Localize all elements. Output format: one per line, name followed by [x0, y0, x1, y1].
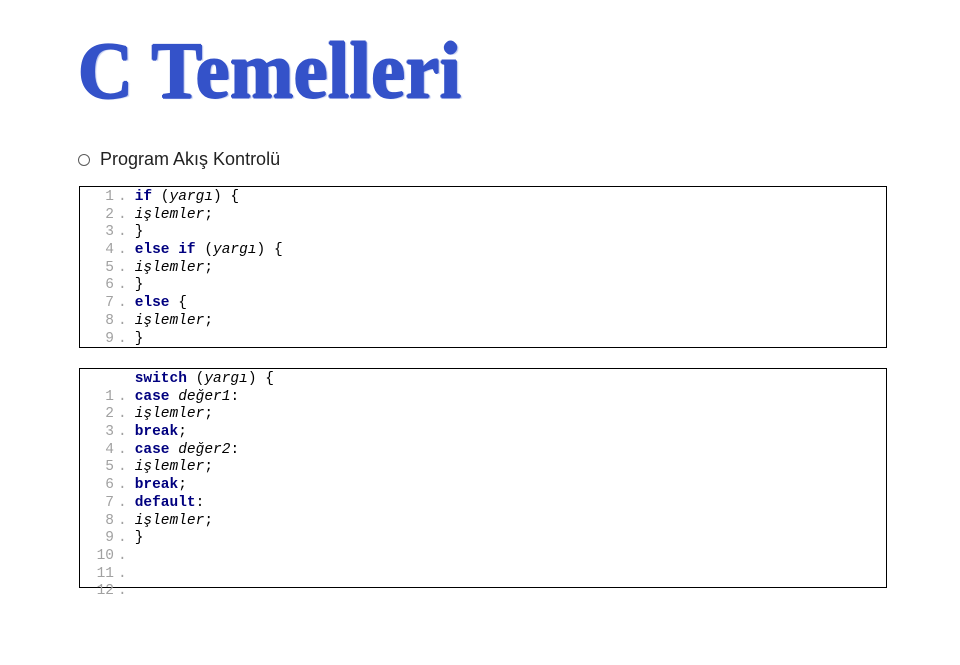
line-number: 6 [80, 477, 118, 495]
code-box-switch: switch (yargı) {1.case değer1:2.işlemler… [79, 368, 887, 588]
line-separator: . [118, 242, 135, 260]
code-row: 8.işlemler; [80, 313, 886, 331]
page-title: C Temelleri [78, 25, 461, 117]
code-row: 9.} [80, 530, 886, 548]
code-text: default: [135, 495, 886, 513]
line-separator: . [118, 548, 135, 566]
line-number: 2 [80, 406, 118, 424]
line-number: 4 [80, 442, 118, 460]
line-separator: . [118, 495, 135, 513]
code-box-if-else: 1.if (yargı) {2.işlemler;3.}4.else if (y… [79, 186, 887, 348]
code-text: } [135, 277, 886, 295]
code-row: 12. [80, 583, 886, 601]
line-number: 7 [80, 295, 118, 313]
line-separator: . [118, 389, 135, 407]
line-number [80, 371, 118, 389]
code-row: 8.işlemler; [80, 513, 886, 531]
code-header-row: switch (yargı) { [80, 371, 886, 389]
line-separator: . [118, 477, 135, 495]
code-row: 5.işlemler; [80, 260, 886, 278]
code-text: } [135, 331, 886, 349]
code-text: işlemler; [135, 459, 886, 477]
line-separator: . [118, 406, 135, 424]
line-separator: . [118, 513, 135, 531]
code-text: işlemler; [135, 207, 886, 225]
line-separator: . [118, 207, 135, 225]
line-separator: . [118, 530, 135, 548]
line-separator: . [118, 224, 135, 242]
code-text [135, 583, 886, 601]
code-row: 10. [80, 548, 886, 566]
line-number: 3 [80, 424, 118, 442]
line-number: 8 [80, 313, 118, 331]
subtitle-text: Program Akış Kontrolü [100, 149, 280, 170]
line-number: 6 [80, 277, 118, 295]
line-number: 5 [80, 459, 118, 477]
code-text: break; [135, 424, 886, 442]
code-row: 1.case değer1: [80, 389, 886, 407]
line-number: 12 [80, 583, 118, 601]
line-number: 10 [80, 548, 118, 566]
line-number: 7 [80, 495, 118, 513]
line-separator: . [118, 442, 135, 460]
code-text: işlemler; [135, 513, 886, 531]
code-row: 2.işlemler; [80, 406, 886, 424]
code-row: 2.işlemler; [80, 207, 886, 225]
line-separator: . [118, 566, 135, 584]
line-number: 8 [80, 513, 118, 531]
line-number: 3 [80, 224, 118, 242]
code-row: 7.else { [80, 295, 886, 313]
code-text: işlemler; [135, 260, 886, 278]
code-row: 6.break; [80, 477, 886, 495]
code-row: 4.case değer2: [80, 442, 886, 460]
subtitle-row: Program Akış Kontrolü [78, 149, 280, 170]
line-number: 2 [80, 207, 118, 225]
code-text [135, 566, 886, 584]
code-row: 11. [80, 566, 886, 584]
code-text: } [135, 224, 886, 242]
code-row: 6.} [80, 277, 886, 295]
code-text: else { [135, 295, 886, 313]
line-separator: . [118, 295, 135, 313]
code-row: 9.} [80, 331, 886, 349]
code-row: 5.işlemler; [80, 459, 886, 477]
code-row: 4.else if (yargı) { [80, 242, 886, 260]
line-separator [118, 371, 135, 389]
line-separator: . [118, 260, 135, 278]
code-text: case değer2: [135, 442, 886, 460]
code-text: } [135, 530, 886, 548]
code-text: case değer1: [135, 389, 886, 407]
line-number: 9 [80, 331, 118, 349]
line-separator: . [118, 424, 135, 442]
code-row: 1.if (yargı) { [80, 189, 886, 207]
line-separator: . [118, 277, 135, 295]
code-text: else if (yargı) { [135, 242, 886, 260]
code-text: işlemler; [135, 313, 886, 331]
line-separator: . [118, 189, 135, 207]
line-number: 4 [80, 242, 118, 260]
code-text [135, 548, 886, 566]
line-separator: . [118, 313, 135, 331]
line-separator: . [118, 331, 135, 349]
code-text: switch (yargı) { [135, 371, 886, 389]
code-row: 3.break; [80, 424, 886, 442]
line-number: 5 [80, 260, 118, 278]
code-text: break; [135, 477, 886, 495]
line-separator: . [118, 583, 135, 601]
code-row: 3.} [80, 224, 886, 242]
code-row: 7.default: [80, 495, 886, 513]
line-separator: . [118, 459, 135, 477]
slide: C Temelleri Program Akış Kontrolü 1.if (… [0, 0, 960, 665]
code-text: işlemler; [135, 406, 886, 424]
bullet-icon [78, 154, 90, 166]
line-number: 1 [80, 189, 118, 207]
code-text: if (yargı) { [135, 189, 886, 207]
line-number: 9 [80, 530, 118, 548]
line-number: 1 [80, 389, 118, 407]
line-number: 11 [80, 566, 118, 584]
